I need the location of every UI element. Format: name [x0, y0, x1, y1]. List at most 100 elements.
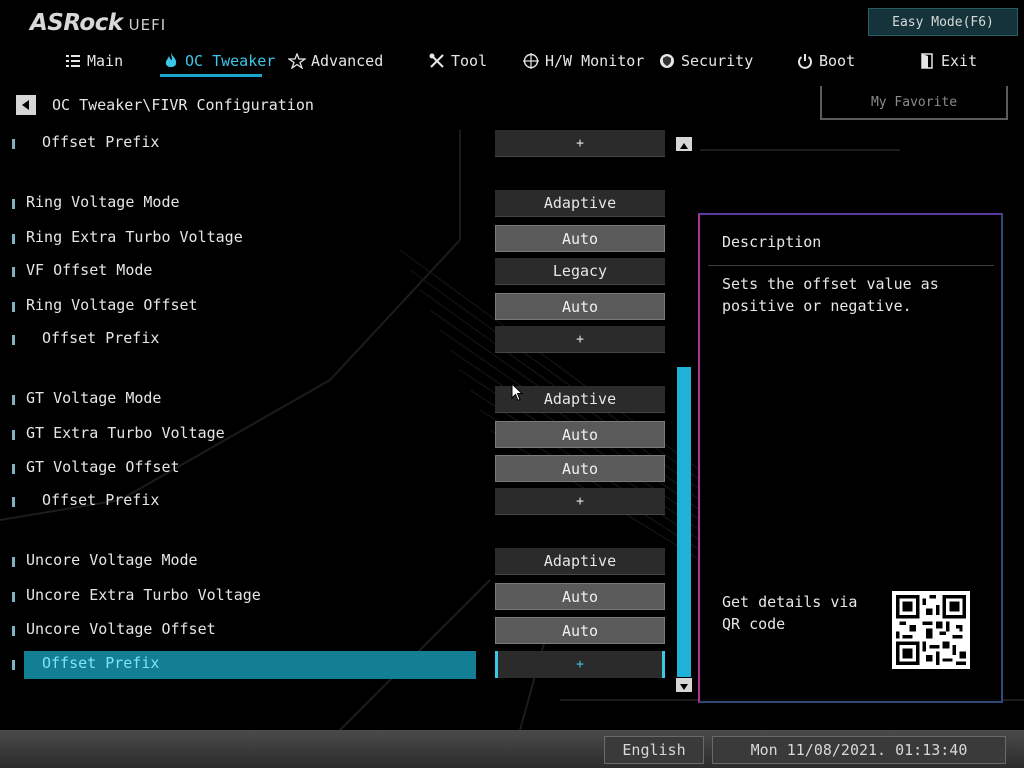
row-marker [12, 660, 15, 670]
row-marker [12, 139, 15, 149]
setting-value[interactable]: + [495, 326, 665, 353]
tab-label: Advanced [311, 52, 384, 70]
scrollbar-thumb[interactable] [677, 367, 691, 677]
setting-label: Uncore Voltage Mode [26, 551, 198, 569]
setting-value[interactable]: + [495, 130, 665, 157]
star-icon [288, 52, 306, 70]
setting-row[interactable]: GT Extra Turbo Voltage Auto [0, 421, 680, 449]
easy-mode-button[interactable]: Easy Mode(F6) [868, 8, 1018, 36]
shield-icon [658, 52, 676, 70]
back-button[interactable] [16, 95, 36, 115]
row-marker [12, 592, 15, 602]
description-panel: Description Sets the offset value as pos… [698, 213, 1003, 703]
row-marker [12, 395, 15, 405]
tab-exit[interactable]: Exit [918, 48, 977, 74]
setting-row[interactable]: Offset Prefix + [0, 326, 680, 354]
setting-row[interactable]: Offset Prefix + [0, 130, 680, 158]
datetime-display: Mon 11/08/2021. 01:13:40 [712, 736, 1006, 764]
description-divider [708, 265, 994, 266]
chevron-up-icon [680, 135, 688, 153]
main-nav: Main OC Tweaker Advanced Tool H/W Monito… [0, 48, 1024, 78]
description-title: Description [722, 233, 822, 251]
setting-row-selected[interactable]: Offset Prefix + [0, 651, 680, 679]
setting-value[interactable]: Auto [495, 455, 665, 482]
setting-row[interactable]: VF Offset Mode Legacy [0, 258, 680, 286]
setting-row[interactable]: Uncore Voltage Mode Adaptive [0, 548, 680, 576]
tools-icon [428, 52, 446, 70]
setting-label: Uncore Extra Turbo Voltage [26, 586, 261, 604]
row-marker [12, 557, 15, 567]
setting-value[interactable]: Auto [495, 293, 665, 320]
brand-name: ASRock [30, 10, 123, 36]
tab-hw-monitor[interactable]: H/W Monitor [522, 48, 644, 74]
setting-row[interactable]: Ring Voltage Mode Adaptive [0, 190, 680, 218]
row-marker [12, 335, 15, 345]
row-marker [12, 430, 15, 440]
setting-row[interactable]: Ring Voltage Offset Auto [0, 293, 680, 321]
crosshair-icon [522, 52, 540, 70]
tab-main[interactable]: Main [64, 48, 123, 74]
scroll-down-button[interactable] [676, 678, 692, 692]
setting-label: Uncore Voltage Offset [26, 620, 216, 638]
setting-value[interactable]: + [495, 488, 665, 515]
tab-boot[interactable]: Boot [796, 48, 855, 74]
row-marker [12, 199, 15, 209]
row-marker [12, 234, 15, 244]
row-marker [12, 626, 15, 636]
scroll-up-button[interactable] [676, 137, 692, 151]
setting-label: Offset Prefix [42, 654, 160, 672]
qr-caption: Get details via QR code [722, 593, 858, 633]
setting-row[interactable]: Ring Extra Turbo Voltage Auto [0, 225, 680, 253]
tab-advanced[interactable]: Advanced [288, 48, 383, 74]
setting-label: GT Voltage Mode [26, 389, 162, 407]
list-icon [64, 52, 82, 70]
exit-door-icon [918, 52, 936, 70]
row-marker [12, 464, 15, 474]
setting-value[interactable]: Auto [495, 421, 665, 448]
setting-value[interactable]: Auto [495, 225, 665, 252]
setting-row[interactable]: Uncore Voltage Offset Auto [0, 617, 680, 645]
setting-value[interactable]: Auto [495, 583, 665, 610]
active-tab-underline [160, 74, 262, 77]
flame-icon [162, 52, 180, 70]
asrock-logo: ASRock UEFI [30, 10, 166, 36]
tab-label: H/W Monitor [545, 52, 645, 70]
tab-security[interactable]: Security [658, 48, 753, 74]
setting-value[interactable]: Auto [495, 617, 665, 644]
breadcrumb-path: OC Tweaker\FIVR Configuration [52, 96, 314, 114]
setting-label: Offset Prefix [42, 491, 160, 509]
footer-bar: English Mon 11/08/2021. 01:13:40 [0, 730, 1024, 768]
power-icon [796, 52, 814, 70]
description-text: Sets the offset value as positive or neg… [722, 275, 939, 315]
tab-label: OC Tweaker [185, 52, 276, 70]
setting-label: Ring Voltage Mode [26, 193, 180, 211]
setting-value[interactable]: Adaptive [495, 548, 665, 575]
tab-label: Exit [941, 52, 978, 70]
my-favorite-button[interactable]: My Favorite [820, 86, 1008, 120]
row-marker [12, 302, 15, 312]
tab-tool[interactable]: Tool [428, 48, 487, 74]
setting-label: Ring Extra Turbo Voltage [26, 228, 243, 246]
tab-label: Tool [451, 52, 488, 70]
setting-label: GT Voltage Offset [26, 458, 180, 476]
tab-oc-tweaker[interactable]: OC Tweaker [162, 48, 275, 74]
setting-row[interactable]: GT Voltage Mode Adaptive [0, 386, 680, 414]
tab-label: Boot [819, 52, 856, 70]
setting-row[interactable]: Offset Prefix + [0, 488, 680, 516]
language-selector[interactable]: English [604, 736, 704, 764]
tab-label: Main [87, 52, 124, 70]
setting-value[interactable]: Adaptive [495, 190, 665, 217]
chevron-down-icon [680, 676, 688, 694]
setting-value[interactable]: + [495, 651, 665, 678]
tab-label: Security [681, 52, 754, 70]
setting-label: GT Extra Turbo Voltage [26, 424, 225, 442]
breadcrumb: OC Tweaker\FIVR Configuration [16, 94, 314, 116]
back-arrow-icon [22, 100, 30, 110]
brand-suffix: UEFI [128, 16, 167, 34]
setting-row[interactable]: Uncore Extra Turbo Voltage Auto [0, 583, 680, 611]
setting-label: Offset Prefix [42, 329, 160, 347]
setting-value[interactable]: Legacy [495, 258, 665, 285]
setting-row[interactable]: GT Voltage Offset Auto [0, 455, 680, 483]
setting-label: Ring Voltage Offset [26, 296, 198, 314]
mouse-cursor-icon [511, 382, 524, 406]
